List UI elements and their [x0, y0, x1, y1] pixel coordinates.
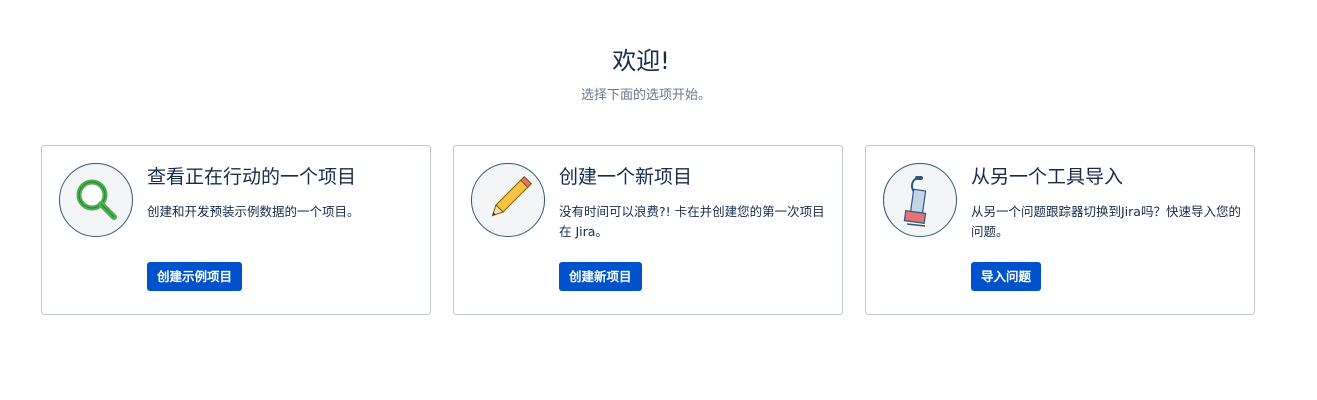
import-issues-button[interactable]: 导入问题: [971, 262, 1042, 291]
card-title: 从另一个工具导入: [971, 166, 1124, 188]
card-title: 查看正在行动的一个项目: [147, 166, 357, 188]
magnifying-glass-icon: [59, 163, 133, 237]
new-project-card: 创建一个新项目 没有时间可以浪费?! 卡在并创建您的第一次项目在 Jira。 创…: [453, 145, 843, 315]
welcome-title: 欢迎!: [612, 47, 670, 75]
card-description: 创建和开发预装示例数据的一个项目。: [147, 204, 360, 219]
card-description: 从另一个问题跟踪器切换到Jira吗？快速导入您的问题。: [971, 204, 1241, 239]
card-description: 没有时间可以浪费?! 卡在并创建您的第一次项目在 Jira。: [559, 204, 825, 239]
pencil-icon: [471, 163, 545, 237]
welcome-subtitle: 选择下面的选项开始。: [580, 88, 711, 103]
import-card: 从另一个工具导入 从另一个问题跟踪器切换到Jira吗？快速导入您的问题。 导入问…: [865, 145, 1255, 315]
card-title: 创建一个新项目: [559, 166, 693, 188]
sample-project-card: 查看正在行动的一个项目 创建和开发预装示例数据的一个项目。 创建示例项目: [41, 145, 431, 315]
create-sample-project-button[interactable]: 创建示例项目: [147, 262, 243, 291]
vacuum-cleaner-icon: [883, 163, 957, 237]
create-new-project-button[interactable]: 创建新项目: [559, 262, 642, 291]
